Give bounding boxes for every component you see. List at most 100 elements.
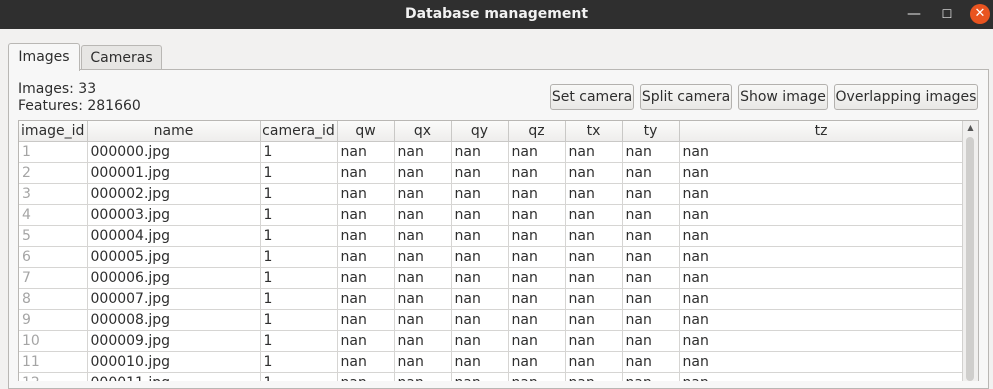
table-cell[interactable]: nan — [508, 162, 566, 184]
table-cell[interactable]: nan — [394, 309, 452, 331]
table-cell[interactable]: nan — [565, 309, 623, 331]
table-cell[interactable]: nan — [394, 288, 452, 310]
table-cell[interactable]: nan — [394, 225, 452, 247]
row-number[interactable]: 10 — [19, 330, 88, 352]
table-cell[interactable]: nan — [622, 309, 680, 331]
table-cell[interactable]: nan — [679, 372, 964, 381]
table-cell[interactable]: nan — [451, 309, 509, 331]
table-cell[interactable]: nan — [622, 141, 680, 163]
table-cell[interactable]: nan — [394, 267, 452, 289]
table-cell[interactable]: nan — [394, 351, 452, 373]
table-cell[interactable]: nan — [679, 288, 964, 310]
table-cell[interactable]: 1 — [260, 183, 338, 205]
table-row[interactable]: 7 000006.jpg 1 nan nan nan nan nan nan nan — [19, 267, 964, 289]
table-cell[interactable]: 1 — [260, 288, 338, 310]
table-cell[interactable]: nan — [451, 183, 509, 205]
table-cell[interactable]: nan — [337, 246, 395, 268]
column-header-qw[interactable]: qw — [337, 121, 395, 142]
table-cell[interactable]: nan — [565, 246, 623, 268]
table-cell[interactable]: nan — [394, 372, 452, 381]
table-cell[interactable]: nan — [508, 351, 566, 373]
table-cell[interactable]: nan — [565, 288, 623, 310]
table-cell[interactable]: nan — [508, 309, 566, 331]
table-cell[interactable]: nan — [394, 141, 452, 163]
images-table-view[interactable]: image_id name camera_id qw qx qy qz tx ty tz 1 000… — [18, 120, 979, 381]
table-cell[interactable]: nan — [508, 204, 566, 226]
table-cell[interactable]: nan — [622, 225, 680, 247]
table-cell[interactable]: nan — [679, 183, 964, 205]
table-cell[interactable]: nan — [337, 372, 395, 381]
scroll-up-icon[interactable]: ▲ — [963, 121, 978, 135]
table-cell[interactable]: nan — [565, 372, 623, 381]
row-number[interactable]: 7 — [19, 267, 88, 289]
table-cell[interactable]: nan — [451, 225, 509, 247]
split-camera-button[interactable]: Split camera — [640, 84, 732, 110]
table-cell[interactable]: 1 — [260, 351, 338, 373]
table-cell[interactable]: 000009.jpg — [87, 330, 261, 352]
table-cell[interactable]: nan — [451, 267, 509, 289]
table-cell[interactable]: nan — [679, 162, 964, 184]
vertical-scrollbar[interactable]: ▲ — [962, 121, 978, 381]
table-cell[interactable]: nan — [451, 351, 509, 373]
table-cell[interactable]: 000004.jpg — [87, 225, 261, 247]
row-number[interactable]: 4 — [19, 204, 88, 226]
table-cell[interactable]: 000005.jpg — [87, 246, 261, 268]
table-row[interactable]: 8 000007.jpg 1 nan nan nan nan nan nan nan — [19, 288, 964, 310]
table-row[interactable]: 11 000010.jpg 1 nan nan nan nan nan nan nan — [19, 351, 964, 373]
scrollbar-thumb[interactable] — [966, 137, 974, 381]
table-cell[interactable]: nan — [679, 225, 964, 247]
table-cell[interactable]: nan — [394, 246, 452, 268]
row-number[interactable]: 5 — [19, 225, 88, 247]
table-row[interactable]: 9 000008.jpg 1 nan nan nan nan nan nan nan — [19, 309, 964, 331]
table-cell[interactable]: nan — [508, 246, 566, 268]
table-cell[interactable]: nan — [622, 330, 680, 352]
table-cell[interactable]: nan — [508, 225, 566, 247]
table-cell[interactable]: 1 — [260, 267, 338, 289]
column-header-name[interactable]: name — [87, 121, 261, 142]
table-cell[interactable]: nan — [679, 309, 964, 331]
table-cell[interactable]: 000001.jpg — [87, 162, 261, 184]
table-cell[interactable]: nan — [337, 267, 395, 289]
table-cell[interactable]: nan — [394, 330, 452, 352]
table-row[interactable]: 2 000001.jpg 1 nan nan nan nan nan nan nan — [19, 162, 964, 184]
table-cell[interactable]: nan — [337, 330, 395, 352]
row-number[interactable]: 1 — [19, 141, 88, 163]
table-cell[interactable]: 1 — [260, 309, 338, 331]
row-number[interactable]: 3 — [19, 183, 88, 205]
table-cell[interactable]: 000006.jpg — [87, 267, 261, 289]
table-cell[interactable]: 1 — [260, 330, 338, 352]
table-cell[interactable]: nan — [394, 183, 452, 205]
table-cell[interactable]: nan — [679, 246, 964, 268]
table-cell[interactable]: nan — [622, 246, 680, 268]
table-cell[interactable]: nan — [565, 183, 623, 205]
table-cell[interactable]: 000003.jpg — [87, 204, 261, 226]
show-image-button[interactable]: Show image — [738, 84, 828, 110]
table-cell[interactable]: nan — [622, 372, 680, 381]
row-number[interactable]: 8 — [19, 288, 88, 310]
table-cell[interactable]: nan — [337, 351, 395, 373]
table-cell[interactable]: nan — [508, 288, 566, 310]
table-cell[interactable]: 1 — [260, 141, 338, 163]
table-row[interactable]: 12000011.jpg1nannannannannannannan — [19, 372, 964, 381]
table-cell[interactable]: nan — [451, 246, 509, 268]
set-camera-button[interactable]: Set camera — [550, 84, 634, 110]
table-cell[interactable]: nan — [337, 288, 395, 310]
table-cell[interactable]: nan — [451, 288, 509, 310]
table-cell[interactable]: 000008.jpg — [87, 309, 261, 331]
table-cell[interactable]: nan — [565, 225, 623, 247]
table-cell[interactable]: nan — [508, 330, 566, 352]
table-cell[interactable]: 1 — [260, 204, 338, 226]
table-cell[interactable]: nan — [508, 183, 566, 205]
table-cell[interactable]: nan — [679, 141, 964, 163]
column-header-camera-id[interactable]: camera_id — [260, 121, 338, 142]
table-row[interactable]: 5 000004.jpg 1 nan nan nan nan nan nan nan — [19, 225, 964, 247]
table-cell[interactable]: nan — [508, 267, 566, 289]
table-cell[interactable]: nan — [622, 183, 680, 205]
table-cell[interactable]: nan — [337, 225, 395, 247]
table-row[interactable]: 3 000002.jpg 1 nan nan nan nan nan nan nan — [19, 183, 964, 205]
table-row[interactable]: 6 000005.jpg 1 nan nan nan nan nan nan nan — [19, 246, 964, 268]
table-row[interactable]: 4 000003.jpg 1 nan nan nan nan nan nan nan — [19, 204, 964, 226]
table-cell[interactable]: nan — [451, 204, 509, 226]
column-header-tz[interactable]: tz — [679, 121, 964, 142]
table-cell[interactable]: nan — [679, 330, 964, 352]
